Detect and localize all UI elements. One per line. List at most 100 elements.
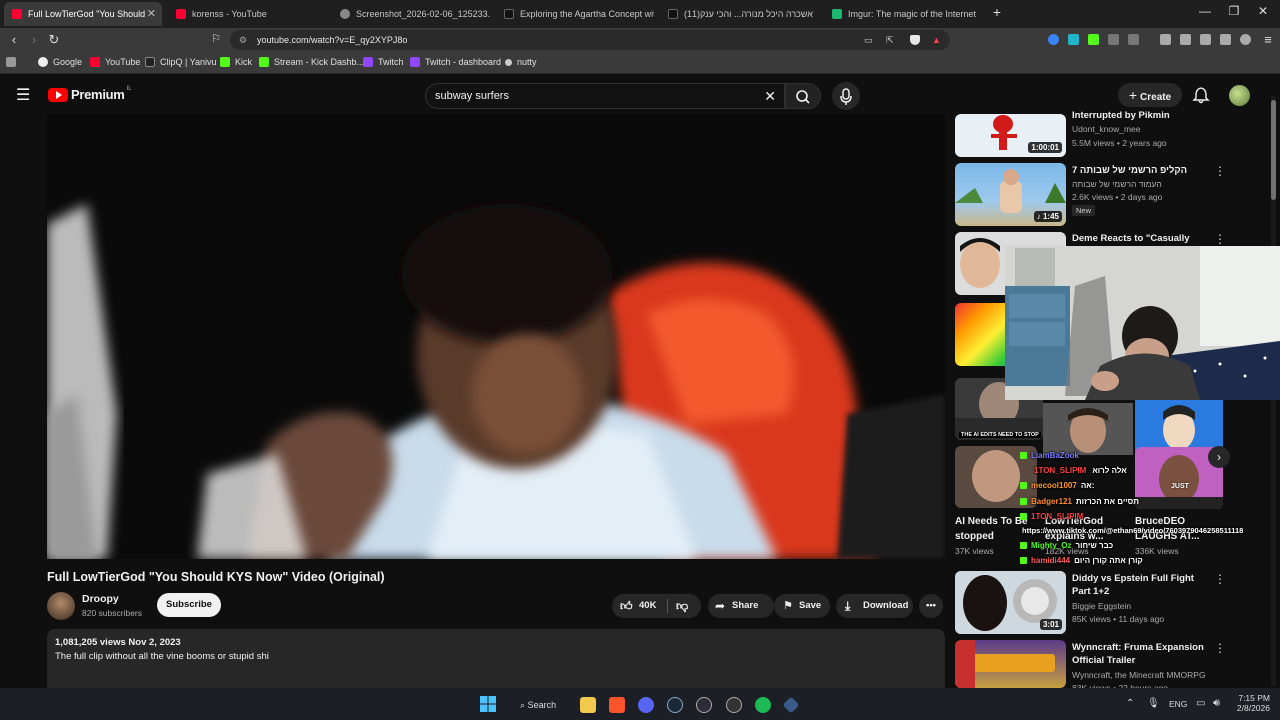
cast-icon[interactable]: ▭ xyxy=(864,30,873,50)
voice-search-button[interactable] xyxy=(832,82,860,110)
recommended-channel[interactable]: העמוד הרשמי של שבותה xyxy=(1072,179,1162,189)
brave-browser-icon[interactable] xyxy=(609,697,625,713)
sidebar-icon[interactable] xyxy=(1180,34,1191,45)
extensions-puzzle-icon[interactable] xyxy=(1108,34,1119,45)
recommended-channel[interactable]: Udont_know_mee xyxy=(1072,124,1141,134)
bookmark-icon[interactable]: ⚐ xyxy=(208,32,224,45)
short-thumbnail[interactable] xyxy=(1043,403,1133,455)
obs-icon[interactable] xyxy=(696,697,712,713)
bookmark-nutty[interactable]: nutty xyxy=(505,57,537,67)
download-button[interactable]: ⤓ Download xyxy=(836,594,913,618)
bookmark-kick[interactable]: Kick xyxy=(220,57,252,67)
tab-screenshot[interactable]: Screenshot_2026-02-06_125233.png xyxy=(332,2,490,26)
recommended-title[interactable]: Wynncraft: Fruma Expansion Official Trai… xyxy=(1072,641,1212,667)
wallet-icon[interactable] xyxy=(1200,34,1211,45)
windows-start-icon[interactable] xyxy=(480,696,496,712)
shorts-next-icon[interactable]: › xyxy=(1208,446,1230,468)
tab-imgur[interactable]: Imgur: The magic of the Internet xyxy=(824,2,982,26)
extension-audio-icon[interactable] xyxy=(1048,34,1059,45)
hamburger-menu-icon[interactable]: ☰ xyxy=(16,85,30,105)
apps-grid-icon[interactable] xyxy=(6,57,21,67)
tab-korenss[interactable]: korenss - YouTube xyxy=(168,2,326,26)
share-page-icon[interactable]: ⇱ xyxy=(886,30,894,50)
bookmark-google[interactable]: Google xyxy=(38,57,82,67)
avatar[interactable] xyxy=(1229,85,1250,106)
bookmark-youtube[interactable]: YouTube xyxy=(90,57,140,67)
shield-icon[interactable] xyxy=(910,35,920,45)
tab-youtube-video[interactable]: Full LowTierGod "You Should ✕ xyxy=(4,2,162,26)
bookmark-clipq[interactable]: ClipQ | Yanivu xyxy=(145,57,217,67)
new-tab-icon[interactable]: + xyxy=(987,4,1007,20)
recommended-channel[interactable]: Biggie Eggstein xyxy=(1072,601,1131,611)
forward-icon[interactable]: › xyxy=(26,32,42,47)
scrollbar-thumb[interactable] xyxy=(1271,100,1276,200)
vpn-icon[interactable] xyxy=(1240,34,1251,45)
media-icon[interactable] xyxy=(1160,34,1171,45)
recommended-title[interactable]: Diddy vs Epstein Full Fight Part 1+2 xyxy=(1072,572,1212,598)
close-tab-icon[interactable]: ✕ xyxy=(147,7,156,20)
url-bar[interactable]: ⚙ youtube.com/watch?v=E_qy2XYPJ8o ▭ ⇱ ▲ xyxy=(230,30,950,50)
volume-icon[interactable]: 🔊︎ xyxy=(1213,697,1220,710)
recommended-title[interactable]: הקליפ הרשמי של שבותה 7 xyxy=(1072,164,1212,177)
clear-search-icon[interactable]: ✕ xyxy=(764,84,776,108)
app-diamond-icon[interactable] xyxy=(782,696,800,714)
create-button[interactable]: + Create xyxy=(1118,83,1182,107)
recommended-thumbnail[interactable]: ♪ 1:45 xyxy=(955,163,1066,226)
bookmark-kick-dashboard[interactable]: Stream - Kick Dashb... xyxy=(259,57,364,67)
spotify-icon[interactable] xyxy=(755,697,771,713)
subscribe-button[interactable]: Subscribe xyxy=(157,593,221,617)
minimize-icon[interactable]: — xyxy=(1195,4,1215,18)
app-icon[interactable] xyxy=(726,697,742,713)
channel-avatar[interactable] xyxy=(47,592,75,620)
dislike-button[interactable]: 👎︎ xyxy=(676,594,688,618)
video-player[interactable] xyxy=(47,114,945,559)
recommended-channel[interactable]: Wynncraft, the Minecraft MMORPG xyxy=(1072,670,1206,680)
recommended-thumbnail[interactable]: 3:01 xyxy=(955,571,1066,634)
save-button[interactable]: ⚑ Save xyxy=(774,594,830,618)
taskbar-search[interactable]: ⌕ Search xyxy=(512,695,572,715)
chat-username: Badger121 xyxy=(1031,497,1072,506)
recommended-thumbnail[interactable] xyxy=(955,640,1066,688)
more-options-icon[interactable]: ⋮ xyxy=(1214,572,1226,586)
tray-overflow-icon[interactable]: ⌃ xyxy=(1126,698,1134,709)
search-input[interactable]: subway surfers ✕ xyxy=(425,83,785,109)
recommended-thumbnail[interactable]: 1:00:01 xyxy=(955,114,1066,157)
tab-agartha[interactable]: Exploring the Agartha Concept with xyxy=(496,2,654,26)
search-icon xyxy=(796,90,810,104)
recommended-title[interactable]: Interrupted by Pikmin xyxy=(1072,109,1212,122)
file-explorer-icon[interactable] xyxy=(580,697,596,713)
more-options-icon[interactable]: ⋮ xyxy=(1214,232,1226,246)
channel-name[interactable]: Droopy xyxy=(82,593,119,605)
close-window-icon[interactable]: ✕ xyxy=(1253,4,1273,18)
share-button[interactable]: ➦ Share xyxy=(708,594,774,618)
bookmark-twitch[interactable]: Twitch xyxy=(363,57,404,67)
search-query: subway surfers xyxy=(435,90,509,102)
restore-icon[interactable]: ❐ xyxy=(1224,4,1244,18)
back-icon[interactable]: ‹ xyxy=(6,32,22,47)
extension-box-icon[interactable] xyxy=(1128,34,1139,45)
more-options-icon[interactable]: ⋮ xyxy=(1214,164,1226,178)
tab-hebrew[interactable]: (11)אשכרה היכל מנורה... והכי ענק xyxy=(660,2,818,26)
bookmark-twitch-dashboard[interactable]: Twitch - dashboard xyxy=(410,57,501,67)
extension-kick-icon[interactable] xyxy=(1088,34,1099,45)
site-info-icon[interactable]: ⚙ xyxy=(239,30,247,50)
discord-icon[interactable] xyxy=(638,697,654,713)
menu-icon[interactable]: ≡ xyxy=(1260,32,1276,47)
leo-ai-icon[interactable] xyxy=(1220,34,1231,45)
alert-icon[interactable]: ▲ xyxy=(932,30,941,50)
like-button[interactable]: 👍︎ xyxy=(620,594,633,618)
network-icon[interactable]: ▭ xyxy=(1196,698,1205,709)
language-indicator[interactable]: ENG xyxy=(1169,699,1187,709)
more-actions-button[interactable]: ••• xyxy=(919,594,943,618)
youtube-logo[interactable]: Premium IL xyxy=(48,86,132,102)
extension-translate-icon[interactable] xyxy=(1068,34,1079,45)
recommended-title[interactable]: Deme Reacts to "Casually xyxy=(1072,232,1212,245)
clock[interactable]: 7:15 PM 2/8/2026 xyxy=(1232,693,1270,713)
search-button[interactable] xyxy=(785,83,821,109)
microphone-tray-icon[interactable]: 🎙︎ xyxy=(1147,698,1160,709)
tiktok-icon xyxy=(668,9,678,19)
reload-icon[interactable]: ↻ xyxy=(46,32,62,48)
steam-icon[interactable] xyxy=(667,697,683,713)
more-options-icon[interactable]: ⋮ xyxy=(1214,641,1226,655)
notifications-bell-icon[interactable] xyxy=(1192,86,1210,109)
